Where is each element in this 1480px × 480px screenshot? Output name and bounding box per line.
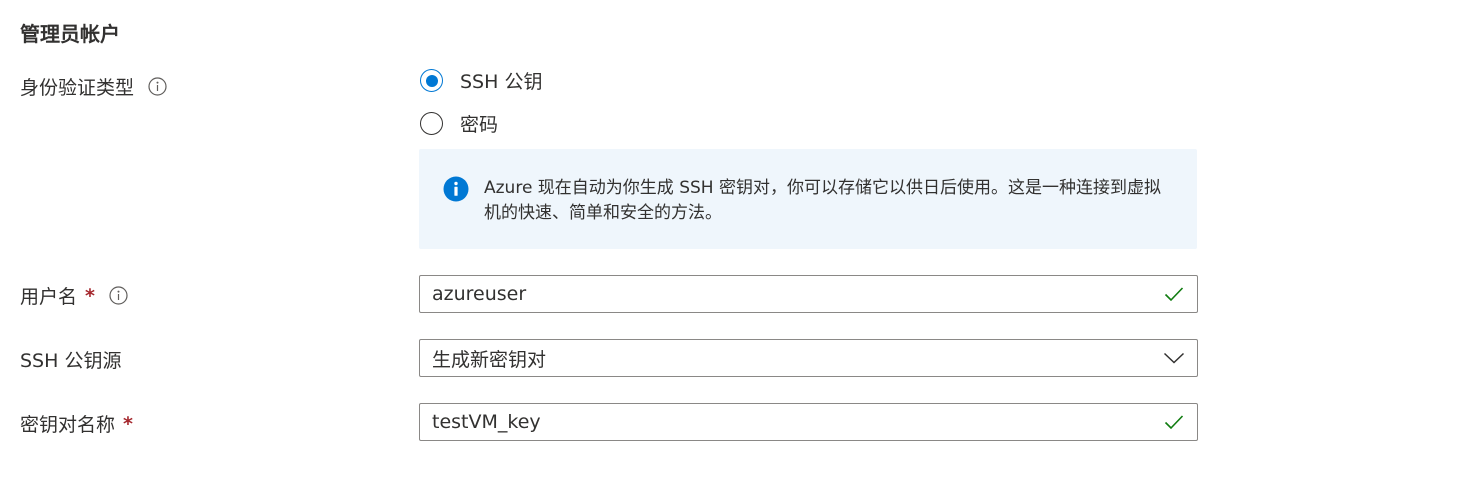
- required-marker: *: [123, 412, 133, 435]
- chevron-down-icon[interactable]: [1163, 347, 1185, 369]
- checkmark-icon: [1163, 283, 1185, 305]
- info-circle-icon[interactable]: [148, 77, 167, 96]
- info-message-bar: Azure 现在自动为你生成 SSH 密钥对，你可以存储它以供日后使用。这是一种…: [419, 149, 1197, 249]
- username-input[interactable]: azureuser: [419, 275, 1198, 313]
- auth-option-ssh[interactable]: SSH 公钥: [420, 67, 542, 94]
- key-pair-name-label: 密钥对名称: [20, 414, 116, 436]
- admin-account-form: 管理员帐户 身份验证类型 SSH 公钥 密码 Azure 现在自动为你生成 SS…: [0, 0, 1480, 480]
- ssh-key-source-label: SSH 公钥源: [20, 350, 122, 372]
- radio-password[interactable]: [420, 112, 443, 135]
- info-filled-icon: [443, 176, 469, 202]
- info-circle-icon[interactable]: [109, 286, 128, 305]
- ssh-key-source-selected: 生成新密钥对: [432, 348, 547, 371]
- auth-type-label: 身份验证类型: [20, 77, 135, 99]
- section-title: 管理员帐户: [20, 22, 120, 46]
- ssh-key-source-label-row: SSH 公钥源: [20, 346, 121, 373]
- auth-type-label-row: 身份验证类型: [20, 73, 167, 100]
- auth-option-ssh-label: SSH 公钥: [460, 71, 543, 93]
- username-value: azureuser: [432, 283, 527, 305]
- key-pair-name-label-row: 密钥对名称 *: [20, 410, 133, 437]
- required-marker: *: [85, 284, 95, 307]
- key-pair-name-value: testVM_key: [432, 411, 541, 433]
- auth-option-password[interactable]: 密码: [420, 110, 498, 137]
- auth-option-password-label: 密码: [460, 114, 499, 136]
- username-label: 用户名: [20, 286, 78, 308]
- radio-ssh-key[interactable]: [420, 69, 443, 92]
- info-message-text: Azure 现在自动为你生成 SSH 密钥对，你可以存储它以供日后使用。这是一种…: [484, 178, 1161, 223]
- checkmark-icon: [1163, 411, 1185, 433]
- username-label-row: 用户名 *: [20, 282, 128, 309]
- key-pair-name-input[interactable]: testVM_key: [419, 403, 1198, 441]
- ssh-key-source-dropdown[interactable]: 生成新密钥对: [419, 339, 1198, 377]
